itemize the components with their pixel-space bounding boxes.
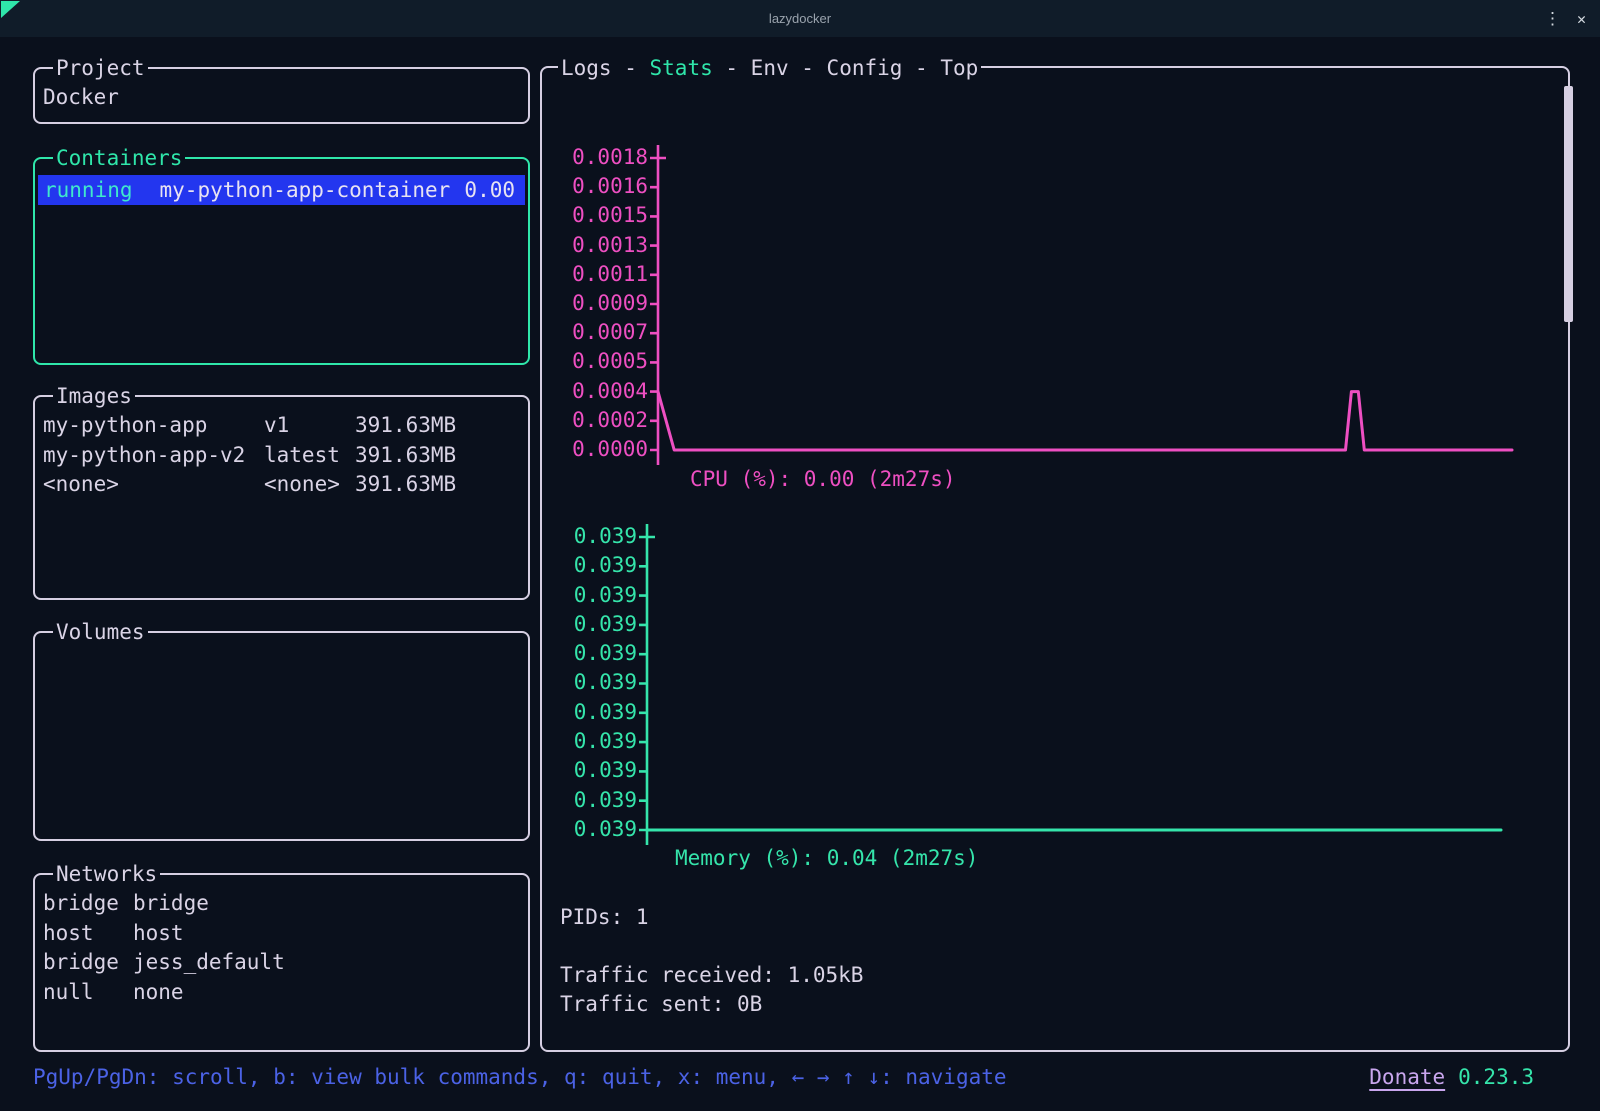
close-icon[interactable]: ✕: [1577, 10, 1586, 28]
tab-config[interactable]: Config: [827, 56, 903, 80]
cpu-tick-label: 0.0000: [550, 435, 648, 464]
mem-tick-label: 0.039: [550, 756, 637, 785]
cpu-chart-y-axis-labels: 0.00180.00160.00150.00130.00110.00090.00…: [550, 143, 648, 464]
network-row[interactable]: nullnone: [43, 978, 520, 1008]
networks-panel[interactable]: Networks bridgebridgehosthostbridgejess_…: [33, 873, 530, 1052]
container-row[interactable]: running my-python-app-container 0.00: [38, 175, 525, 205]
cpu-tick-label: 0.0007: [550, 318, 648, 347]
resize-corner-indicator: [1, 1, 20, 18]
traffic-sent-stat: Traffic sent: 0B: [560, 990, 762, 1019]
image-tag: v1: [264, 411, 355, 441]
donate-link[interactable]: Donate: [1369, 1065, 1445, 1089]
view-tabs: Logs - Stats - Env - Config - Top: [558, 54, 981, 82]
network-name: bridge: [133, 889, 520, 919]
image-size: 391.63MB: [355, 411, 520, 441]
traffic-received-stat: Traffic received: 1.05kB: [560, 961, 863, 990]
cpu-tick-label: 0.0004: [550, 377, 648, 406]
tab-separator: -: [902, 56, 940, 80]
memory-chart: [637, 524, 1503, 845]
image-row[interactable]: my-python-appv1391.63MB: [43, 411, 520, 441]
images-panel[interactable]: Images my-python-appv1391.63MBmy-python-…: [33, 395, 530, 600]
window-title: lazydocker: [769, 0, 831, 37]
mem-tick-label: 0.039: [550, 551, 637, 580]
tab-env[interactable]: Env: [751, 56, 789, 80]
image-tag: <none>: [264, 470, 355, 500]
image-row[interactable]: <none><none>391.63MB: [43, 470, 520, 500]
tab-logs[interactable]: Logs: [561, 56, 612, 80]
containers-panel-title: Containers: [53, 144, 185, 172]
network-row[interactable]: hosthost: [43, 919, 520, 949]
mem-tick-label: 0.039: [550, 522, 637, 551]
cpu-tick-label: 0.0005: [550, 347, 648, 376]
container-name: my-python-app-container: [160, 175, 451, 205]
image-name: my-python-app-v2: [43, 441, 264, 471]
network-row[interactable]: bridgebridge: [43, 889, 520, 919]
mem-tick-label: 0.039: [550, 727, 637, 756]
tab-separator: -: [713, 56, 751, 80]
network-driver: bridge: [43, 948, 133, 978]
project-name[interactable]: Docker: [43, 83, 520, 113]
image-size: 391.63MB: [355, 470, 520, 500]
pids-stat: PIDs: 1: [560, 903, 649, 932]
container-status: running: [44, 175, 133, 205]
statusbar-right: Donate 0.23.3: [1369, 1063, 1534, 1092]
window-titlebar: lazydocker ⋮ ✕: [0, 0, 1600, 37]
stats-scrollbar-thumb[interactable]: [1564, 86, 1573, 322]
mem-tick-label: 0.039: [550, 786, 637, 815]
containers-panel[interactable]: Containers runningmy-python-app-containe…: [33, 157, 530, 365]
cpu-tick-label: 0.0009: [550, 289, 648, 318]
keybindings-help: PgUp/PgDn: scroll, b: view bulk commands…: [33, 1063, 1007, 1092]
memory-chart-title: Memory (%): 0.04 (2m27s): [675, 844, 978, 873]
cpu-tick-label: 0.0013: [550, 231, 648, 260]
network-name: none: [133, 978, 520, 1008]
app-version: 0.23.3: [1458, 1065, 1534, 1089]
network-driver: bridge: [43, 889, 133, 919]
cpu-tick-label: 0.0016: [550, 172, 648, 201]
tab-top[interactable]: Top: [940, 56, 978, 80]
stats-panel[interactable]: Logs - Stats - Env - Config - Top 0.0018…: [540, 66, 1570, 1052]
mem-tick-label: 0.039: [550, 581, 637, 610]
tab-separator: -: [789, 56, 827, 80]
image-name: <none>: [43, 470, 264, 500]
cpu-chart-title: CPU (%): 0.00 (2m27s): [690, 465, 956, 494]
image-name: my-python-app: [43, 411, 264, 441]
network-name: jess_default: [133, 948, 520, 978]
mem-tick-label: 0.039: [550, 815, 637, 844]
mem-tick-label: 0.039: [550, 610, 637, 639]
network-driver: host: [43, 919, 133, 949]
tab-separator: -: [612, 56, 650, 80]
network-name: host: [133, 919, 520, 949]
image-size: 391.63MB: [355, 441, 520, 471]
container-cpu-value: 0.00: [464, 175, 515, 205]
image-row[interactable]: my-python-app-v2latest391.63MB: [43, 441, 520, 471]
cpu-tick-label: 0.0015: [550, 201, 648, 230]
mem-tick-label: 0.039: [550, 698, 637, 727]
cpu-tick-label: 0.0002: [550, 406, 648, 435]
image-tag: latest: [264, 441, 355, 471]
memory-chart-y-axis-labels: 0.0390.0390.0390.0390.0390.0390.0390.039…: [550, 522, 637, 844]
cpu-chart: [648, 145, 1514, 465]
volumes-panel[interactable]: Volumes: [33, 631, 530, 841]
kebab-menu-icon[interactable]: ⋮: [1544, 9, 1561, 29]
mem-tick-label: 0.039: [550, 639, 637, 668]
project-panel[interactable]: Project Docker: [33, 67, 530, 124]
tab-stats[interactable]: Stats: [650, 56, 713, 80]
cpu-tick-label: 0.0018: [550, 143, 648, 172]
network-row[interactable]: bridgejess_default: [43, 948, 520, 978]
cpu-tick-label: 0.0011: [550, 260, 648, 289]
mem-tick-label: 0.039: [550, 668, 637, 697]
network-driver: null: [43, 978, 133, 1008]
